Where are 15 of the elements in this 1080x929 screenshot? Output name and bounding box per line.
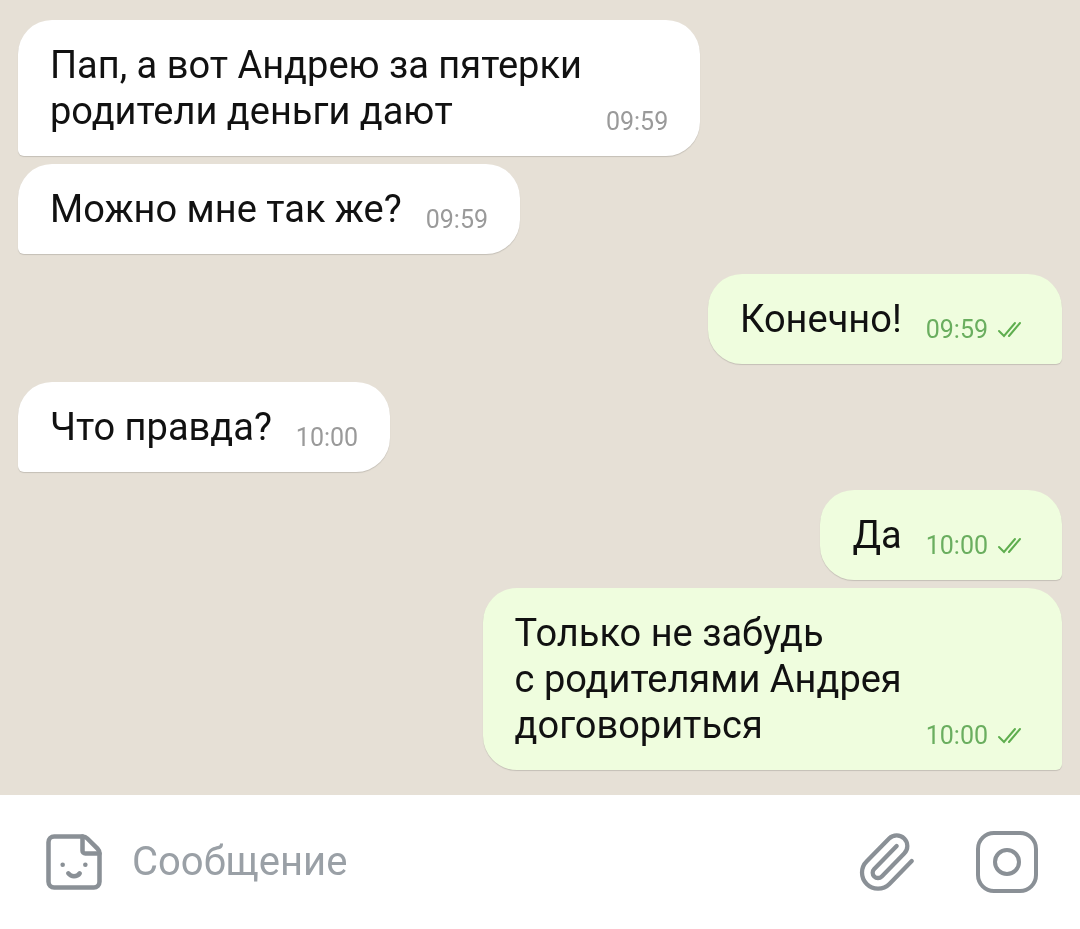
message-text: Да [852,512,902,558]
message-text: Можно мне так же? [50,186,402,232]
message-text: Что правда? [50,404,272,450]
message-time: 09:59 [605,105,669,138]
message-text: Только не забудь с родителями Андрея договориться [514,610,902,748]
message-composer[interactable]: Сообщение [0,795,1080,929]
camera-icon[interactable] [974,829,1040,895]
message-time: 09:59 [425,203,488,236]
message-text: Пап, а вот Андрею за пятерки родители деньги дают [50,42,582,134]
message-time: 10:00 [925,719,988,752]
message-time: 09:59 [925,313,988,346]
message-input[interactable]: Сообщение [132,832,830,892]
message-text: Конечно! [740,296,902,342]
message-time: 10:00 [925,529,988,562]
message-time: 10:00 [295,421,359,454]
